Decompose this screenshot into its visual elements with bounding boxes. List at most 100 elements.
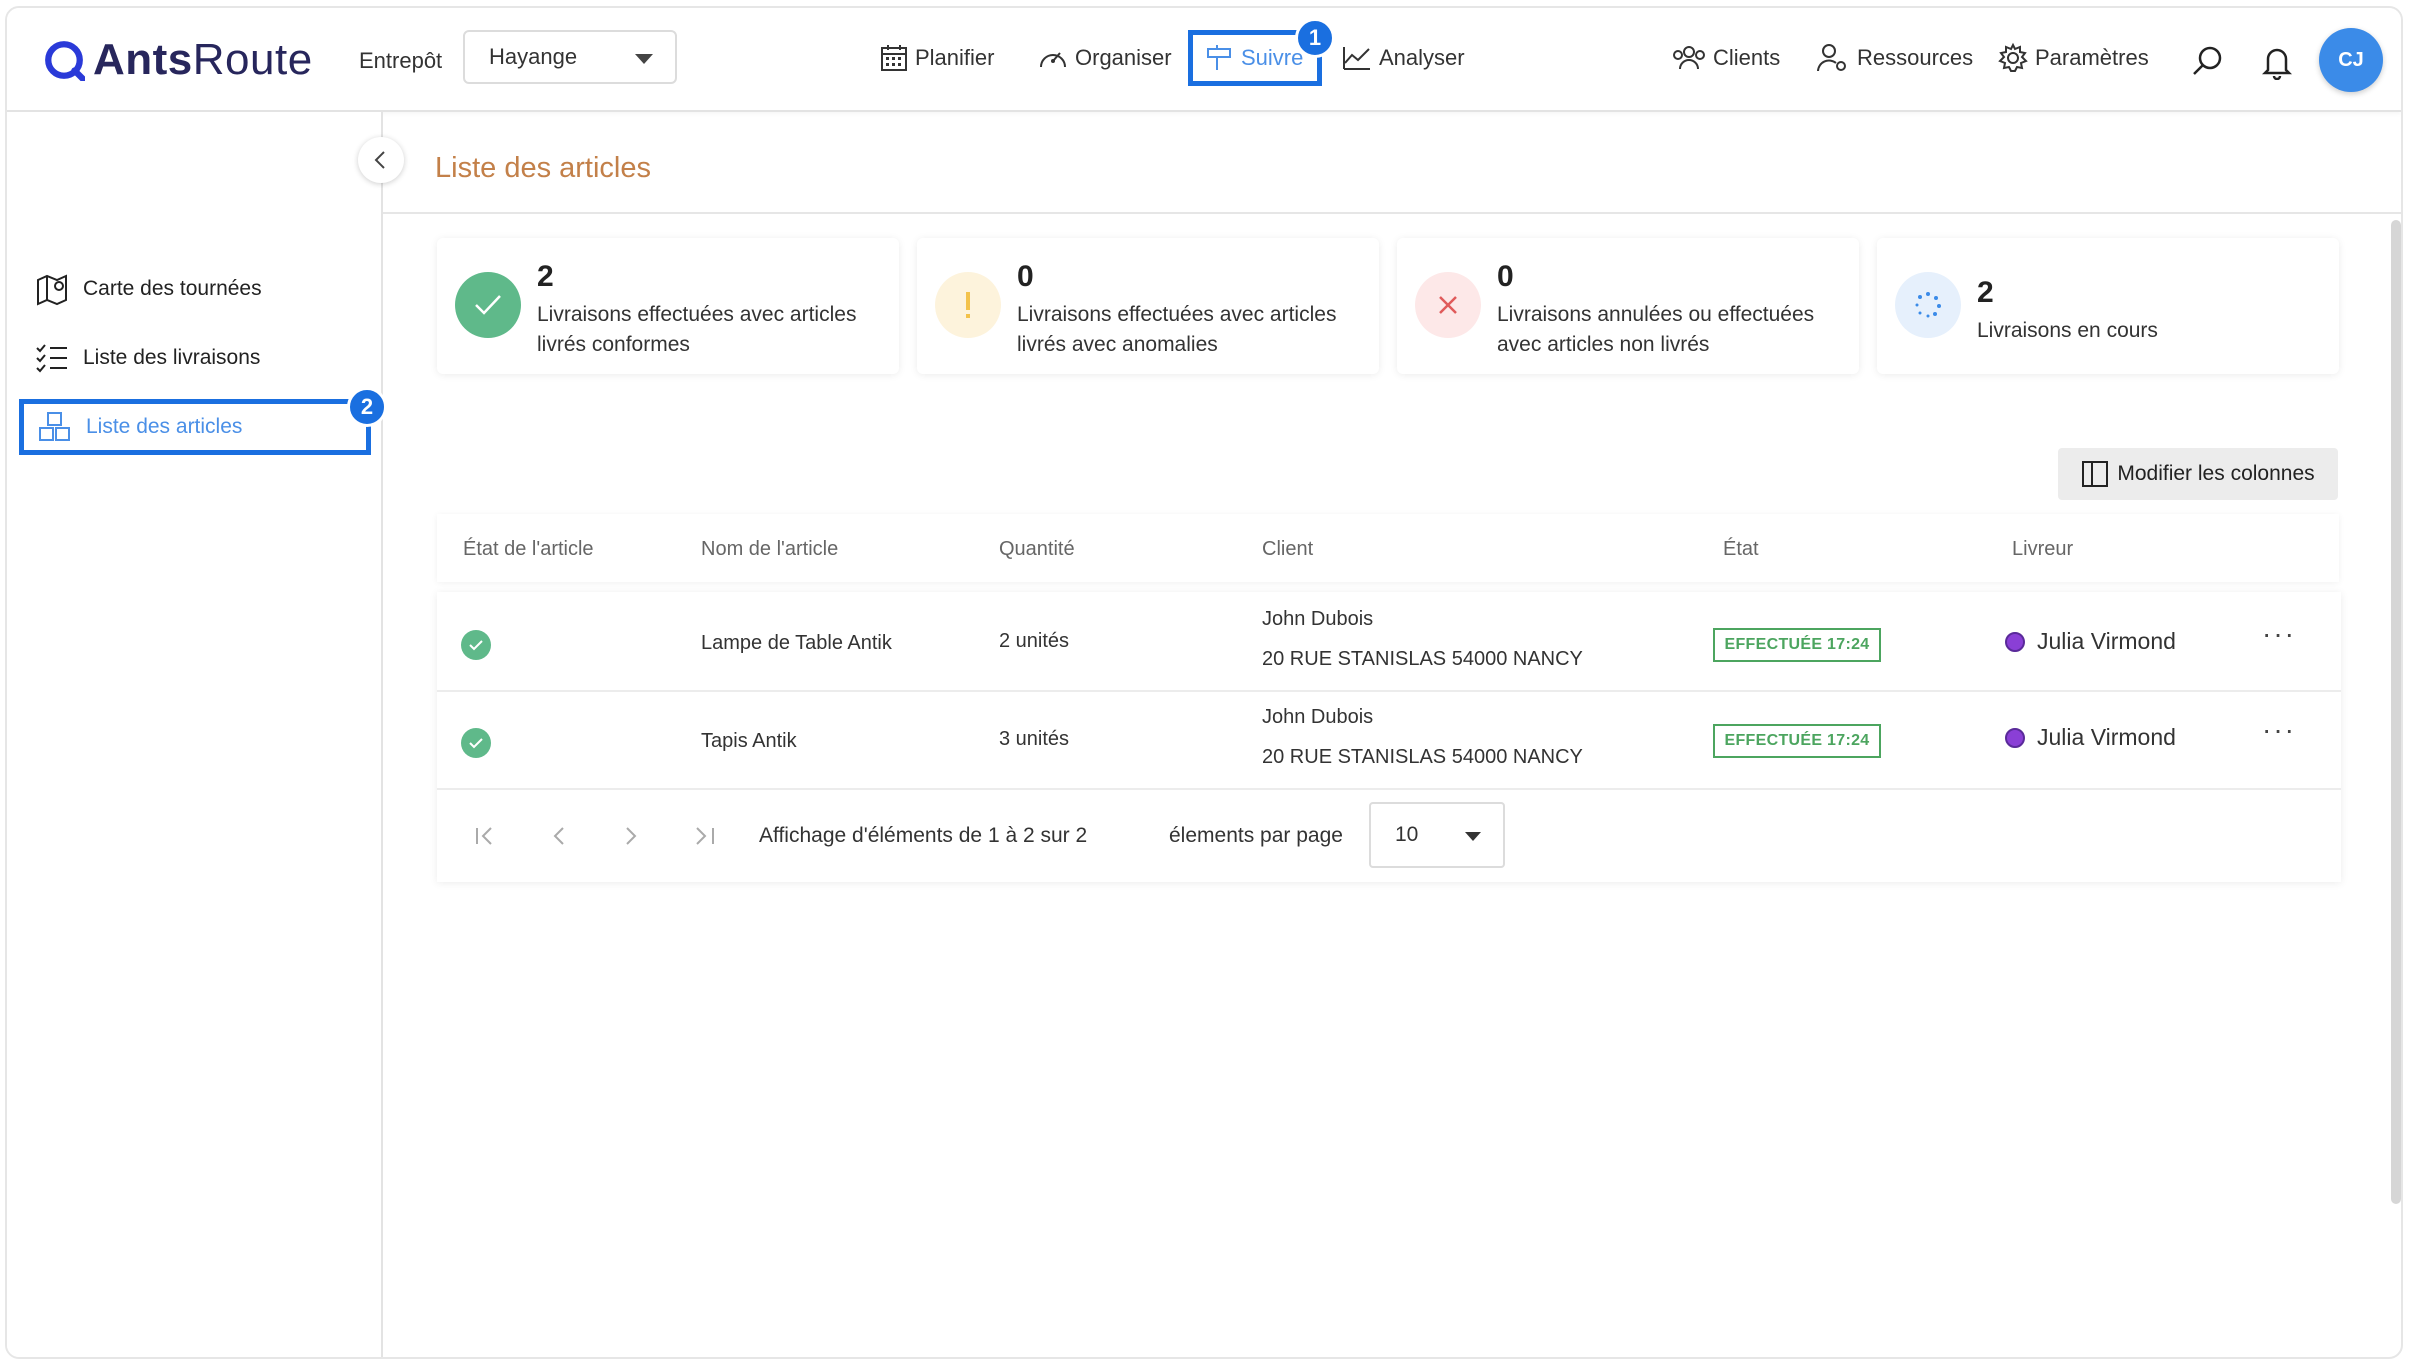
user-avatar[interactable]: CJ xyxy=(2319,28,2383,92)
nav-parametres-label: Paramètres xyxy=(2035,45,2149,70)
close-icon xyxy=(1415,272,1481,338)
check-circle-icon xyxy=(455,272,521,338)
sidebar-item-carte-des-tournees[interactable]: Carte des tournées xyxy=(35,264,262,314)
sidebar-item-liste-des-articles[interactable]: Liste des articles xyxy=(19,399,371,455)
driver-name: Julia Virmond xyxy=(2037,724,2176,750)
checklist-icon xyxy=(36,344,67,373)
modify-columns-button[interactable]: Modifier les colonnes xyxy=(2058,448,2338,500)
previous-page-icon[interactable] xyxy=(549,824,569,848)
top-navigation-bar: AntsRoute Entrepôt Hayange Planifier Org… xyxy=(7,8,2401,112)
per-page-select[interactable]: 10 xyxy=(1369,802,1505,868)
page-title: Liste des articles xyxy=(435,152,651,184)
stat-label: Livraisons en cours xyxy=(1977,319,2158,342)
step-badge-2: 2 xyxy=(347,387,387,427)
chevron-left-icon xyxy=(374,151,385,169)
column-header[interactable]: État de l'article xyxy=(463,538,594,561)
chevron-down-icon xyxy=(635,54,653,64)
scrollbar-thumb[interactable] xyxy=(2391,220,2401,1204)
first-page-icon[interactable] xyxy=(473,824,499,848)
nav-ressources[interactable]: Ressources xyxy=(1815,30,1973,86)
nav-parametres[interactable]: Paramètres xyxy=(1997,30,2149,86)
sidebar-item-label: Carte des tournées xyxy=(83,277,262,300)
sidebar-item-label: Liste des livraisons xyxy=(83,346,261,369)
app-window: AntsRoute Entrepôt Hayange Planifier Org… xyxy=(5,6,2403,1359)
stat-card-en-cours: 2 Livraisons en cours xyxy=(1877,238,2339,374)
stat-card-non-livres: 0 Livraisons annulées ou effectuées avec… xyxy=(1397,238,1859,374)
driver: Julia Virmond xyxy=(2005,628,2176,655)
sidebar-item-liste-des-livraisons[interactable]: Liste des livraisons xyxy=(35,333,260,383)
driver-color-dot xyxy=(2005,631,2025,652)
nav-planifier[interactable]: Planifier xyxy=(879,30,994,86)
nav-suivre-label: Suivre xyxy=(1241,45,1304,70)
driver: Julia Virmond xyxy=(2005,724,2176,751)
bell-icon[interactable] xyxy=(2262,44,2292,80)
app-logo[interactable]: AntsRoute xyxy=(43,34,313,86)
nav-organiser-label: Organiser xyxy=(1075,45,1172,70)
column-header[interactable]: État xyxy=(1723,538,1759,561)
scrollbar[interactable] xyxy=(2391,220,2401,1310)
check-circle-icon xyxy=(461,630,491,660)
main-content: Liste des articles 2 Livraisons effectué… xyxy=(383,112,2401,1357)
column-header[interactable]: Client xyxy=(1262,538,1313,561)
column-header[interactable]: Livreur xyxy=(2012,538,2073,561)
loading-icon xyxy=(1895,272,1961,338)
boxes-icon xyxy=(39,412,70,441)
chart-icon xyxy=(1343,47,1370,70)
driver-name: Julia Virmond xyxy=(2037,628,2176,654)
driver-color-dot xyxy=(2005,727,2025,748)
logo-icon xyxy=(45,41,85,81)
warehouse-select[interactable]: Hayange xyxy=(463,30,677,84)
collapse-sidebar-button[interactable] xyxy=(358,137,404,183)
status-badge: EFFECTUÉE 17:24 xyxy=(1713,724,1881,758)
sidebar-item-label: Liste des articles xyxy=(86,415,243,438)
client-name: John Dubois xyxy=(1262,706,1374,728)
stat-value: 0 xyxy=(1017,260,1034,293)
nav-analyser-label: Analyser xyxy=(1379,45,1465,70)
per-page-label: élements par page xyxy=(1169,824,1343,847)
more-options-icon[interactable]: ··· xyxy=(2262,618,2296,650)
stat-card-conformes: 2 Livraisons effectuées avec articles li… xyxy=(437,238,899,374)
logo-text: AntsRoute xyxy=(93,35,313,84)
item-quantity: 3 unités xyxy=(999,728,1070,750)
table-header: État de l'article Nom de l'article Quant… xyxy=(437,514,2339,582)
nav-planifier-label: Planifier xyxy=(915,45,995,70)
more-options-icon[interactable]: ··· xyxy=(2262,714,2296,746)
stat-value: 0 xyxy=(1497,260,1514,293)
nav-organiser[interactable]: Organiser xyxy=(1037,30,1172,86)
modify-columns-label: Modifier les colonnes xyxy=(2117,462,2315,485)
nav-clients[interactable]: Clients xyxy=(1671,30,1780,86)
per-page-value: 10 xyxy=(1395,823,1419,846)
column-header[interactable]: Quantité xyxy=(999,538,1075,561)
client-name: John Dubois xyxy=(1262,608,1374,630)
item-name: Lampe de Table Antik xyxy=(701,632,892,654)
stat-label: Livraisons effectuées avec articles livr… xyxy=(537,303,857,356)
item-quantity: 2 unités xyxy=(999,630,1070,652)
chevron-down-icon xyxy=(1465,832,1481,841)
last-page-icon[interactable] xyxy=(691,824,717,848)
column-header[interactable]: Nom de l'article xyxy=(701,538,838,561)
next-page-icon[interactable] xyxy=(621,824,641,848)
stat-card-anomalies: 0 Livraisons effectuées avec articles li… xyxy=(917,238,1379,374)
table-row[interactable]: Tapis Antik 3 unités John Dubois 20 RUE … xyxy=(437,690,2341,790)
gear-icon xyxy=(1998,42,2028,72)
pagination-summary: Affichage d'éléments de 1 à 2 sur 2 xyxy=(759,824,1088,847)
columns-icon xyxy=(2082,461,2109,487)
stat-label: Livraisons annulées ou effectuées avec a… xyxy=(1497,303,1815,356)
nav-clients-label: Clients xyxy=(1713,45,1781,70)
pagination: Affichage d'éléments de 1 à 2 sur 2 élem… xyxy=(437,790,2341,882)
check-circle-icon xyxy=(461,728,491,758)
client-address: 20 RUE STANISLAS 54000 NANCY xyxy=(1262,648,1583,670)
table-row[interactable]: Lampe de Table Antik 2 unités John Duboi… xyxy=(437,592,2341,692)
warehouse-label: Entrepôt xyxy=(359,48,443,73)
nav-ressources-label: Ressources xyxy=(1857,45,1974,70)
client-address: 20 RUE STANISLAS 54000 NANCY xyxy=(1262,746,1583,768)
warehouse-value: Hayange xyxy=(489,44,578,69)
gauge-icon xyxy=(1040,52,1066,68)
nav-analyser[interactable]: Analyser xyxy=(1341,30,1465,86)
stat-value: 2 xyxy=(537,260,554,293)
step-badge-1: 1 xyxy=(1295,18,1335,58)
status-badge: EFFECTUÉE 17:24 xyxy=(1713,628,1881,662)
search-icon[interactable] xyxy=(2191,44,2225,78)
users-icon xyxy=(1673,46,1705,70)
stat-label: Livraisons effectuées avec articles livr… xyxy=(1017,303,1337,356)
